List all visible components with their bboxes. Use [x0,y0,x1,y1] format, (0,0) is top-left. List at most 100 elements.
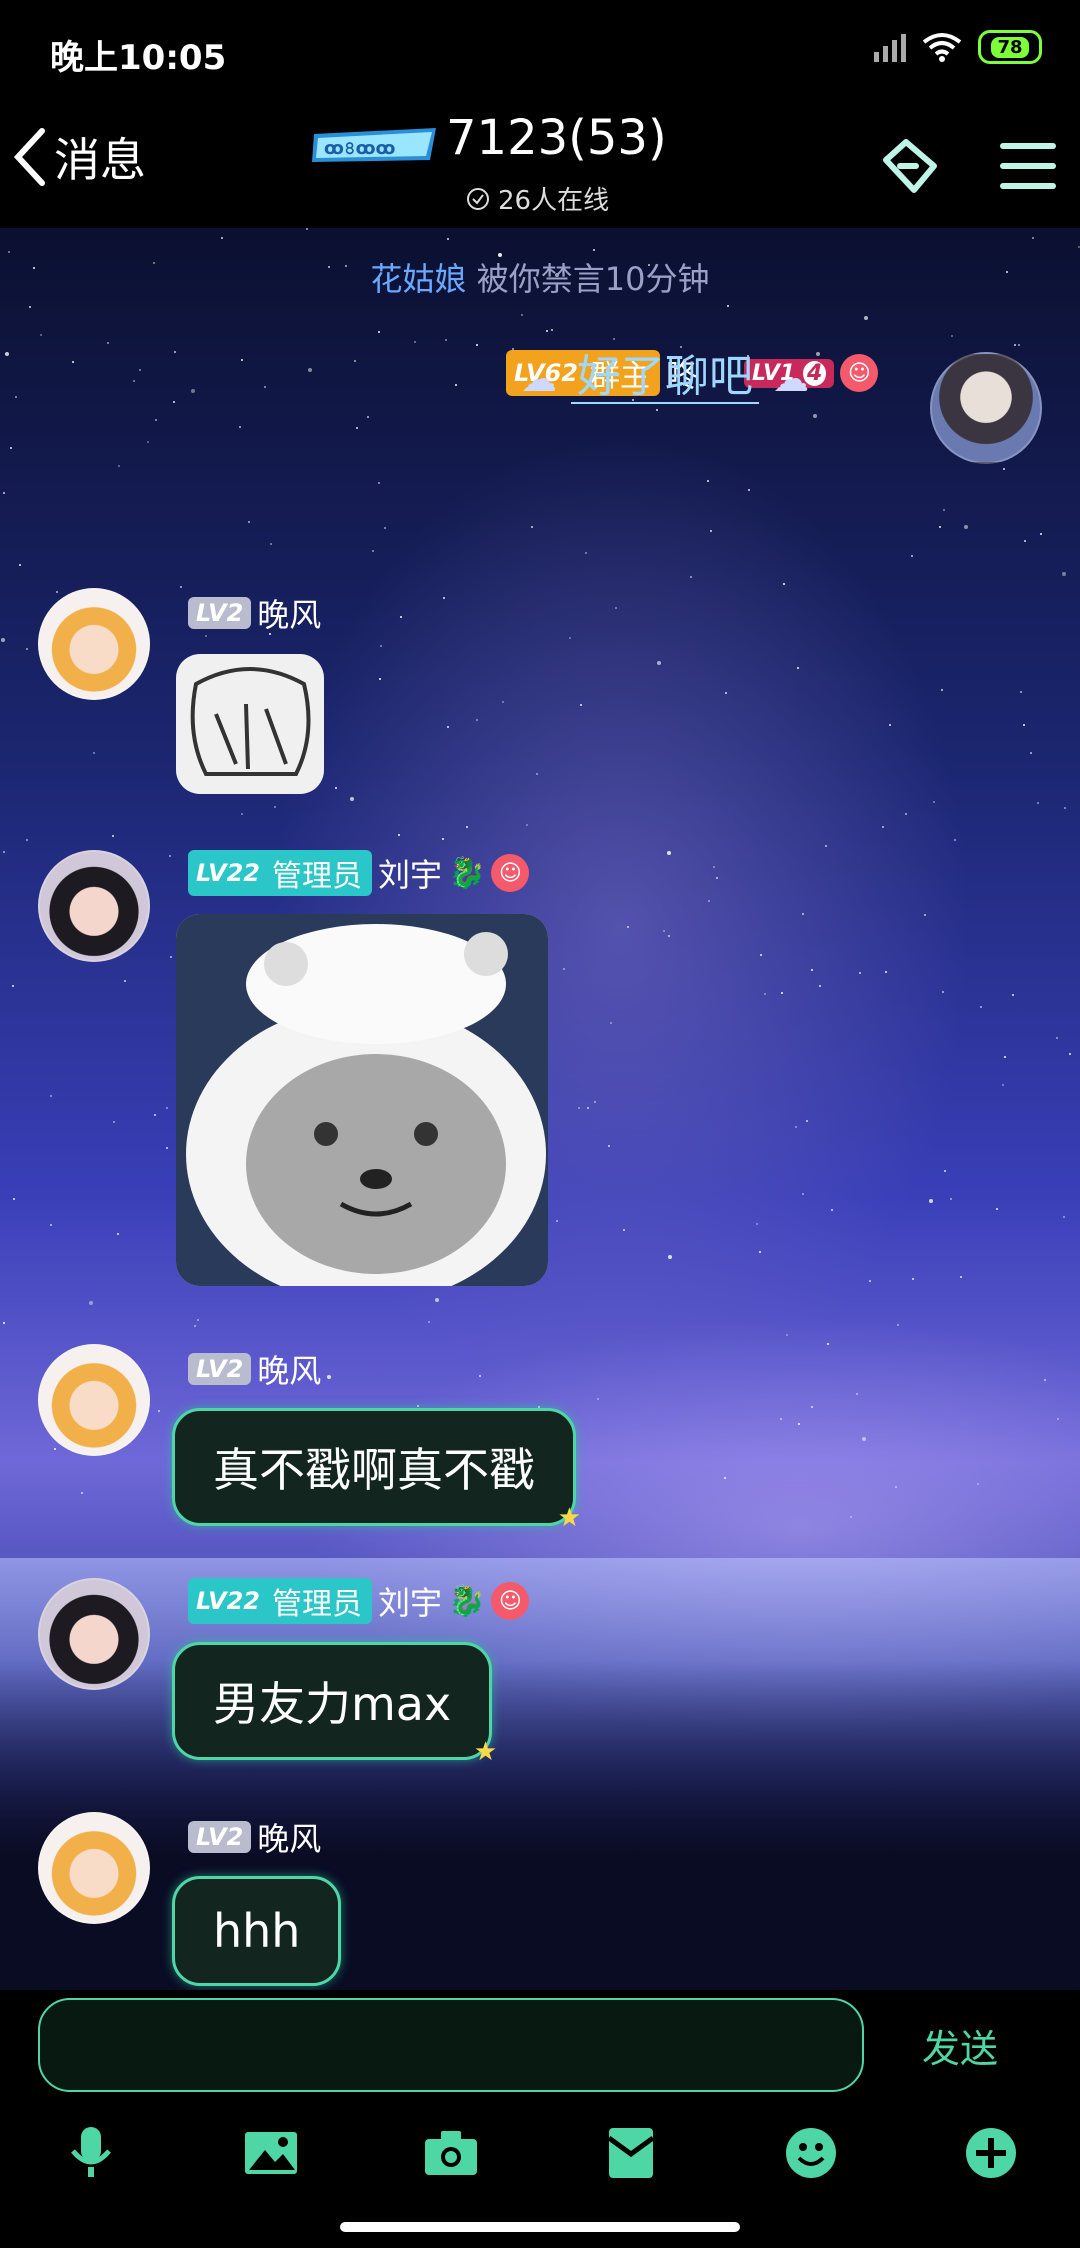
star-dot [15,396,17,398]
star-dot [727,305,729,307]
star-dot [668,1255,672,1259]
star-dot [623,1229,625,1231]
share-button[interactable] [872,128,948,204]
star-dot [384,527,386,529]
star-dot [924,914,926,916]
star-dot [943,509,945,511]
star-dot [1064,807,1066,809]
sender-name[interactable]: 晚风 [257,1814,321,1860]
star-dot [748,489,750,491]
sender-name[interactable]: 晚风 [257,1346,321,1392]
avatar[interactable] [930,352,1042,464]
star-dot [546,330,548,332]
star-dot [657,661,661,665]
star-dot [443,597,445,599]
avatar[interactable] [38,588,150,700]
star-dot [308,368,312,372]
message-text: hhh [213,1904,301,1958]
star-dot [850,1516,852,1518]
red-packet-button[interactable] [596,2118,666,2188]
level-badge: LV22 [188,857,268,889]
star-dot [414,341,416,343]
star-dot [783,583,785,585]
star-dot [356,427,358,429]
message-header: LV22 管理员 刘宇 🐉 ☺ [188,1578,530,1624]
star-dot [170,956,172,958]
back-button[interactable]: 消息 [12,122,146,192]
star-dot [1037,802,1039,804]
star-dot [26,839,28,841]
star-dot [802,913,804,915]
more-button[interactable] [956,2118,1026,2188]
emoji-badge-icon: ☺ [491,1582,530,1620]
sticker-image[interactable] [176,914,548,1286]
star-dot [941,689,943,691]
star-dot [241,813,243,815]
star-dot [169,855,171,857]
bear-sketch-icon [190,667,311,776]
star-dot [831,1209,833,1211]
star-dot [180,586,182,588]
level-badge: LV2 [188,1353,252,1385]
sender-name[interactable]: 刘宇 [378,850,442,896]
chat-bubble[interactable]: 真不戳啊真不戳 ★ [172,1408,581,1533]
star-dot [885,971,887,973]
check-circle-icon [467,187,489,210]
link-tag-icon [883,139,937,193]
avatar[interactable] [38,1578,150,1690]
star-dot [1018,344,1020,346]
home-indicator[interactable] [340,2222,740,2232]
message-text: 男友力max [213,1677,452,1731]
role-badge: 管理员 [271,859,362,894]
star-dot [12,985,14,987]
message-input[interactable] [38,1998,864,2092]
chat-bubble[interactable]: hhh [172,1876,342,1986]
avatar[interactable] [38,1812,150,1924]
star-dot [827,1343,829,1345]
chat-bubble[interactable]: 男友力max ★ [172,1642,497,1767]
image-button[interactable] [236,2118,306,2188]
star-dot [905,813,907,815]
sticker-image[interactable] [176,654,324,794]
star-dot [173,401,175,403]
star-dot [197,1319,199,1321]
hill-scenery [0,1660,1080,1990]
star-dot [239,426,241,428]
voice-button[interactable] [56,2118,126,2188]
star-dot [869,1280,871,1282]
star-dot [400,616,402,618]
image-icon [245,2132,297,2174]
sender-name[interactable]: 刘宇 [378,1578,442,1624]
emoji-icon [786,2128,836,2178]
star-dot [882,826,884,828]
star-dot [911,555,913,557]
wifi-icon [922,33,962,62]
sender-name[interactable]: 晚风 [257,590,321,636]
star-dot [797,667,799,669]
message-header: LV2 晚风 [188,590,321,636]
star-dot [133,380,135,382]
star-dot [194,1325,196,1327]
star-dot [466,826,468,828]
star-dot [241,359,243,361]
send-button[interactable]: 发送 [890,2010,1030,2080]
emoji-button[interactable] [776,2118,846,2188]
star-dot [786,1334,788,1336]
star-dot [798,1423,800,1425]
muted-user-name[interactable]: 花姑娘 [371,260,467,298]
star-dot [707,480,709,482]
camera-button[interactable] [416,2118,486,2188]
star-dot [10,447,12,449]
menu-button[interactable] [990,128,1066,204]
star-dot [667,851,671,855]
star-dot [951,335,953,337]
star-dot [587,1107,589,1109]
star-dot [139,369,141,371]
star-dot [536,773,538,775]
avatar[interactable] [38,1344,150,1456]
star-dot [725,692,727,694]
star-dot [50,1224,52,1226]
star-dot [1003,468,1005,470]
star-dot [274,806,276,808]
avatar[interactable] [38,850,150,962]
